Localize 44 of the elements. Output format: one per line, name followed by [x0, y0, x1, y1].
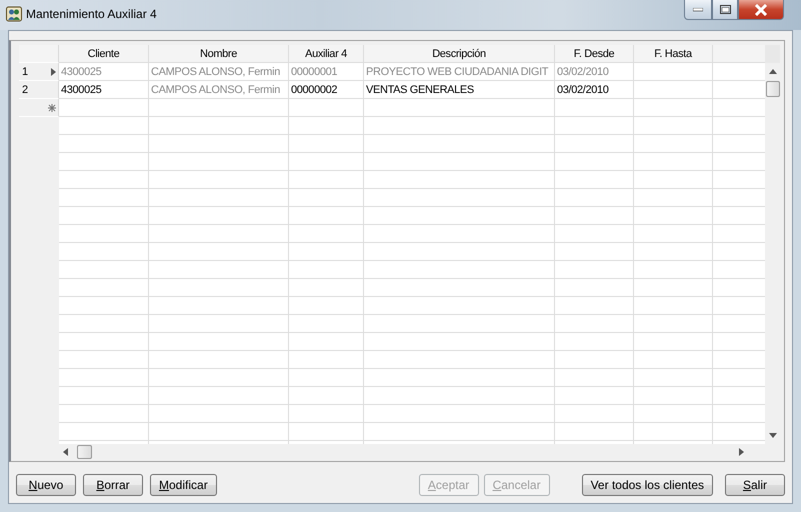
- column-header[interactable]: Cliente: [59, 45, 149, 63]
- column-header[interactable]: Descripción: [364, 45, 555, 63]
- table-cell: CAMPOS ALONSO, Fermin: [149, 81, 289, 99]
- table-cell: 00000002: [289, 81, 364, 99]
- table-cell: CAMPOS ALONSO, Fermin: [149, 63, 289, 81]
- close-button[interactable]: [738, 0, 784, 20]
- row-number: 2: [22, 84, 28, 96]
- minimize-icon: [693, 8, 703, 12]
- close-icon: [754, 4, 768, 16]
- scroll-up-icon[interactable]: [768, 69, 776, 75]
- table-cell: 03/02/2010: [555, 81, 634, 99]
- current-row-icon: [51, 68, 56, 76]
- header-corner: [19, 45, 59, 63]
- row-header[interactable]: [19, 99, 59, 117]
- scroll-thumb[interactable]: [77, 444, 92, 458]
- action-button[interactable]: Modificar: [150, 474, 217, 496]
- action-button[interactable]: Nuevo: [16, 474, 76, 496]
- table-cell: 4300025: [59, 63, 149, 81]
- scrollbar-corner: [765, 45, 780, 63]
- maximize-button[interactable]: [712, 0, 738, 20]
- table-cell: VENTAS GENERALES: [364, 81, 555, 99]
- window-title: Mantenimiento Auxiliar 4: [26, 6, 157, 22]
- table-cell: 4300025: [59, 81, 149, 99]
- action-button[interactable]: Borrar: [83, 474, 143, 496]
- table-cell: 00000001: [289, 63, 364, 81]
- scroll-right-icon[interactable]: [739, 448, 745, 456]
- action-button[interactable]: Ver todos los clientes: [582, 474, 713, 496]
- minimize-button[interactable]: [684, 0, 712, 20]
- scroll-thumb[interactable]: [766, 81, 780, 97]
- action-button[interactable]: Salir: [725, 474, 785, 496]
- users-icon: [6, 6, 22, 22]
- column-header[interactable]: F. Desde: [555, 45, 634, 63]
- table-cell: PROYECTO WEB CIUDADANIA DIGIT: [364, 63, 555, 81]
- row-header[interactable]: 2: [19, 81, 59, 99]
- scroll-left-icon[interactable]: [63, 448, 69, 456]
- row-header[interactable]: 1: [19, 63, 59, 81]
- maximize-icon: [720, 5, 730, 14]
- column-header[interactable]: Auxiliar 4: [289, 45, 364, 63]
- column-header[interactable]: F. Hasta: [634, 45, 713, 63]
- table-cell: 03/02/2010: [555, 63, 634, 81]
- row-number: 1: [22, 66, 28, 78]
- column-header[interactable]: Nombre: [149, 45, 289, 63]
- scroll-down-icon[interactable]: [768, 433, 776, 439]
- new-row-icon: [48, 104, 56, 112]
